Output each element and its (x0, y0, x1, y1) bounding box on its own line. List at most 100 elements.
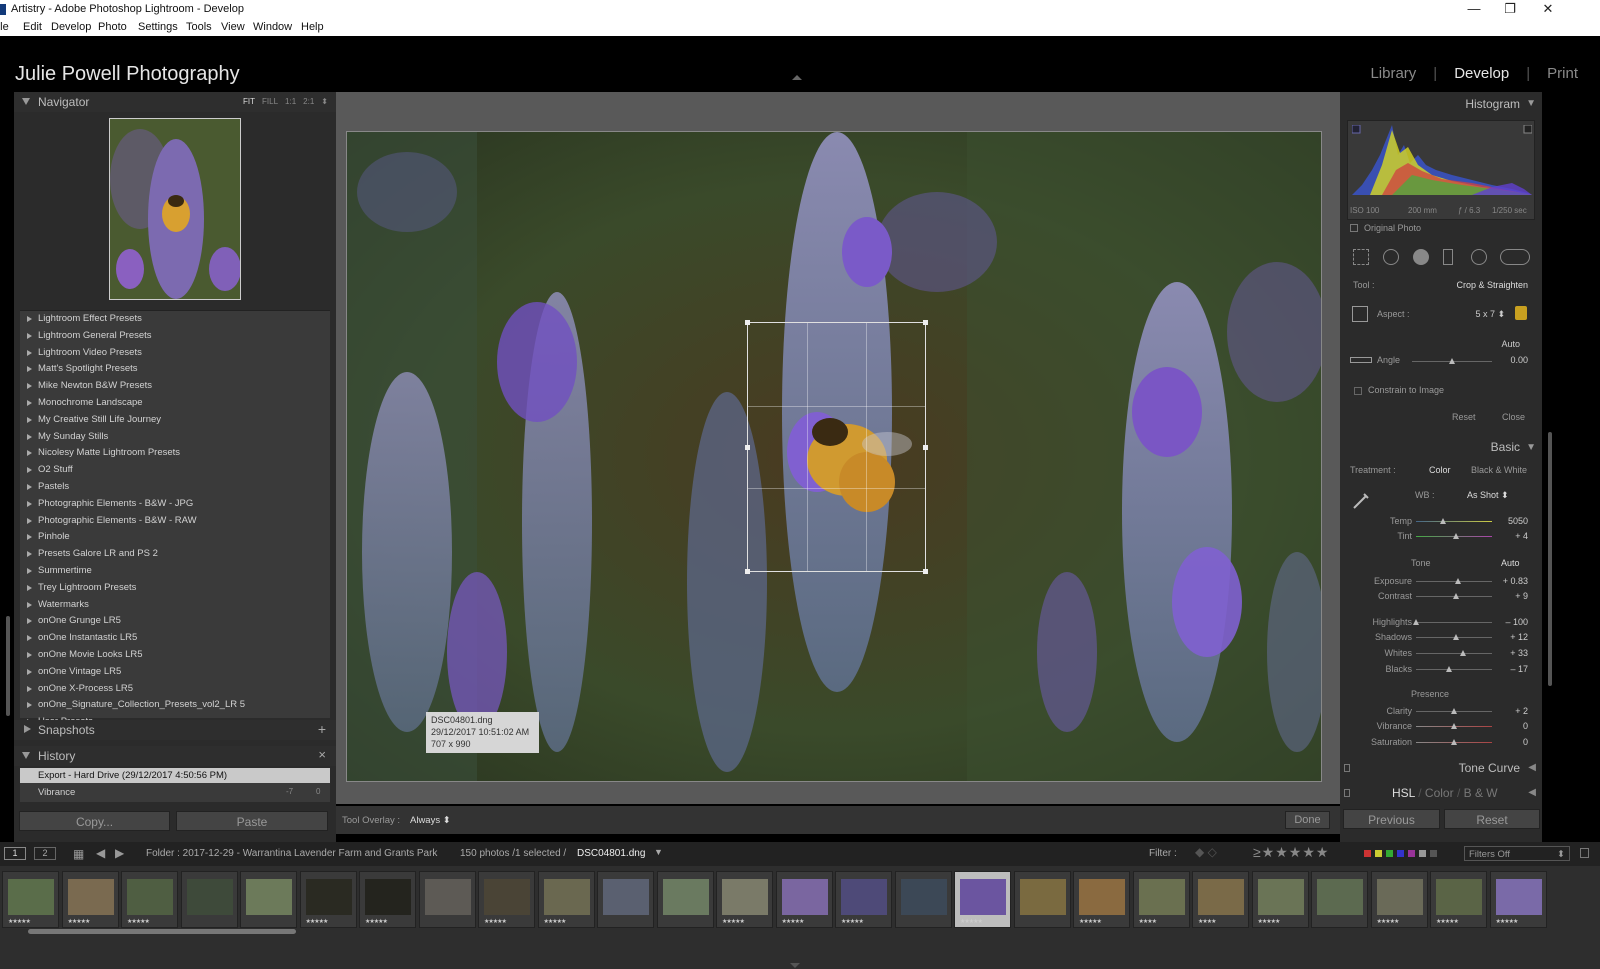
menu-develop[interactable]: Develop (51, 21, 91, 33)
menu-window[interactable]: Window (253, 21, 292, 33)
slider-knob[interactable] (1452, 533, 1459, 539)
angle-auto-button[interactable]: Auto (1501, 339, 1520, 349)
back-arrow-icon[interactable]: ◀ (96, 846, 105, 860)
main-window-button[interactable]: 1 (4, 847, 26, 860)
preset-folder[interactable]: Monochrome Landscape (27, 397, 143, 408)
forward-arrow-icon[interactable]: ▶ (115, 846, 124, 860)
filmstrip-thumbnail[interactable]: ★★★★★ (775, 871, 833, 928)
lock-icon[interactable] (1515, 306, 1527, 320)
filmstrip-thumbnail[interactable] (180, 871, 238, 928)
bw-tab[interactable]: B & W (1464, 786, 1498, 800)
collapse-bottom-icon[interactable] (790, 963, 800, 968)
preset-folder[interactable]: Lightroom General Presets (27, 330, 152, 341)
selected-filename[interactable]: DSC04801.dng (577, 848, 645, 859)
crop-handle[interactable] (745, 320, 750, 325)
red-eye-icon[interactable] (1413, 249, 1429, 265)
menu-edit[interactable]: Edit (23, 21, 42, 33)
slider-track[interactable] (1416, 653, 1492, 654)
filmstrip-thumbnail[interactable]: ★★★★★ (1430, 871, 1487, 928)
history-item[interactable]: Vibrance (20, 785, 330, 800)
filmstrip-thumbnail[interactable]: ★★★★★ (121, 871, 178, 928)
filmstrip-scrollbar[interactable] (28, 929, 296, 934)
preset-folder[interactable]: Nicolesy Matte Lightroom Presets (26, 447, 180, 458)
preset-folder[interactable]: Pinhole (27, 531, 70, 542)
preset-folder[interactable]: Mike Newton B&W Presets (26, 380, 152, 391)
slider-track[interactable] (1416, 521, 1492, 522)
preset-folder[interactable]: onOne Instantastic LR5 (26, 632, 137, 643)
folder-path[interactable]: Folder : 2017-12-29 - Warrantina Lavende… (146, 848, 437, 859)
preset-folder[interactable]: Matt's Spotlight Presets (27, 363, 138, 374)
basic-header[interactable]: Basic (1340, 440, 1542, 454)
zoom-fill[interactable]: FILL (262, 97, 278, 106)
aspect-select[interactable]: 5 x 7 ⬍ (1475, 309, 1505, 320)
hsl-header[interactable]: HSL / Color / B & W (1340, 786, 1542, 800)
menu-photo[interactable]: Photo (98, 21, 127, 33)
preset-folder[interactable]: Lightroom Video Presets (27, 347, 142, 358)
filmstrip-thumbnail[interactable]: ★★★★★ (1073, 871, 1130, 928)
slider-knob[interactable] (1452, 593, 1459, 599)
graduated-filter-icon[interactable] (1443, 249, 1453, 265)
filmstrip-thumbnail[interactable]: ★★★★★ (716, 871, 773, 928)
collapse-icon[interactable]: ▼ (1526, 98, 1536, 109)
preset-folder[interactable]: My Creative Still Life Journey (26, 414, 161, 425)
star-filter[interactable]: ≥★★★★★ (1253, 844, 1329, 861)
panel-toggle-icon[interactable] (1344, 764, 1350, 772)
filmstrip-thumbnail[interactable]: ★★★★★ (299, 871, 357, 928)
preset-folder[interactable]: onOne Movie Looks LR5 (27, 649, 143, 660)
preset-folder[interactable]: Summertime (27, 565, 92, 576)
original-photo-checkbox[interactable] (1350, 224, 1358, 232)
filmstrip-thumbnail[interactable]: ★★★★ (1192, 871, 1249, 928)
filmstrip-thumbnail[interactable] (240, 871, 297, 928)
minimize-icon[interactable]: — (1456, 0, 1492, 20)
tool-overlay-select[interactable]: Always ⬍ (410, 815, 451, 826)
angle-slider-knob[interactable] (1449, 358, 1455, 364)
menu-file[interactable]: File (0, 21, 9, 33)
collapse-top-icon[interactable] (792, 75, 802, 80)
filmstrip-thumbnail[interactable]: ★★★★★ (537, 871, 595, 928)
right-panel-scrollbar[interactable] (1548, 432, 1552, 686)
filmstrip-thumbnail[interactable] (656, 871, 714, 928)
previous-button[interactable]: Previous (1343, 809, 1440, 829)
preset-folder[interactable]: Presets Galore LR and PS 2 (27, 548, 158, 559)
menu-help[interactable]: Help (301, 21, 324, 33)
slider-knob[interactable] (1413, 619, 1419, 625)
filmstrip-thumbnail[interactable] (894, 871, 952, 928)
menu-view[interactable]: View (221, 21, 245, 33)
slider-knob[interactable] (1439, 518, 1446, 524)
hsl-tab[interactable]: HSL (1392, 786, 1415, 800)
maximize-icon[interactable]: ❐ (1492, 0, 1528, 20)
filter-lock-icon[interactable] (1580, 848, 1589, 858)
preset-folder[interactable]: onOne Grunge LR5 (27, 615, 121, 626)
navigator-preview[interactable] (109, 118, 241, 300)
history-header[interactable]: History × (14, 746, 336, 766)
secondary-window-button[interactable]: 2 (34, 847, 56, 860)
zoom-dropdown-icon[interactable]: ⬍ (321, 97, 328, 106)
filters-off-select[interactable]: Filters Off ⬍ (1464, 846, 1570, 861)
filmstrip-thumbnail[interactable]: ★★★★★ (359, 871, 416, 928)
slider-knob[interactable] (1460, 650, 1467, 656)
tone-auto-button[interactable]: Auto (1501, 558, 1520, 568)
spot-removal-icon[interactable] (1383, 249, 1399, 265)
color-tab[interactable]: Color (1425, 786, 1454, 800)
preset-folder[interactable]: Trey Lightroom Presets (26, 582, 136, 593)
preset-folder[interactable]: My Sunday Stills (26, 431, 108, 442)
preset-folder[interactable]: Photographic Elements - B&W - RAW (27, 515, 197, 526)
slider-knob[interactable] (1451, 739, 1457, 745)
slider-track[interactable] (1416, 669, 1492, 670)
clear-history-button[interactable]: × (318, 747, 326, 762)
slider-knob[interactable] (1451, 708, 1457, 714)
preset-folder[interactable]: O2 Stuff (27, 464, 73, 475)
wb-select[interactable]: As Shot ⬍ (1467, 490, 1509, 501)
paste-button[interactable]: Paste (176, 811, 328, 831)
filmstrip-thumbnail[interactable]: ★★★★★ (835, 871, 892, 928)
preset-folder[interactable]: Pastels (26, 481, 69, 492)
crop-frame-icon[interactable] (1352, 306, 1368, 322)
preset-folder[interactable]: Lightroom Effect Presets (27, 313, 142, 324)
menu-tools[interactable]: Tools (186, 21, 212, 33)
color-filter[interactable] (1364, 850, 1442, 858)
panel-toggle-icon[interactable] (1344, 789, 1350, 797)
filmstrip-thumbnail[interactable]: ★★★★★ (1370, 871, 1428, 928)
constrain-checkbox[interactable] (1354, 387, 1362, 395)
straighten-tool-icon[interactable] (1350, 357, 1372, 363)
filmstrip-thumbnail[interactable]: ★★★★★ (954, 871, 1011, 928)
